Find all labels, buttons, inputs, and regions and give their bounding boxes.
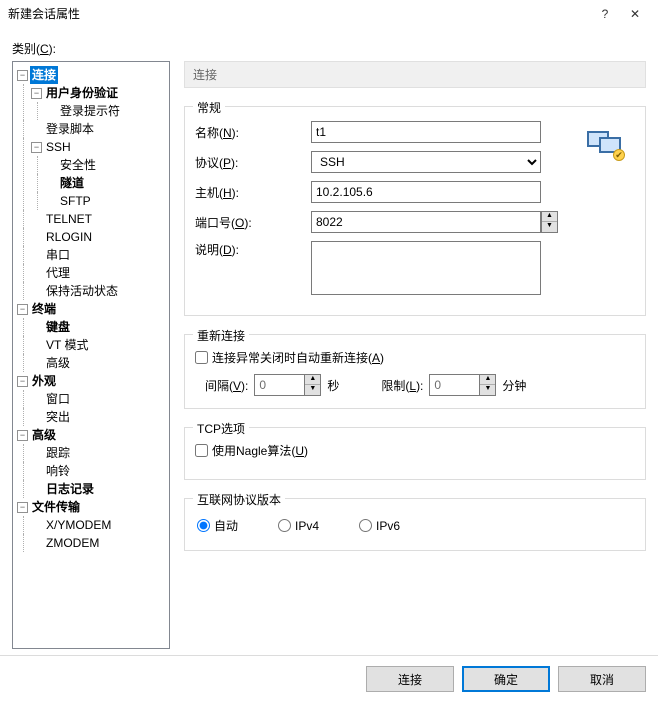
group-ipversion: 互联网协议版本 自动 IPv4 IPv6 [184,498,646,551]
tree-item-xymodem[interactable]: X/YMODEM [44,516,113,534]
expand-icon[interactable]: − [31,88,42,99]
cancel-button[interactable]: 取消 [558,666,646,692]
category-label: 类别(C): [12,40,646,57]
tree-item-logging[interactable]: 日志记录 [44,480,96,498]
tree-item-ssh[interactable]: SSH [44,138,73,156]
tree-item-login-script[interactable]: 登录脚本 [44,120,96,138]
unit-minutes: 分钟 [502,377,526,394]
expand-icon[interactable]: − [17,376,28,387]
chevron-up-icon: ▲ [305,375,320,385]
host-input[interactable] [311,181,541,203]
nagle-checkbox[interactable] [195,444,208,457]
label-interval: 间隔(V): [205,377,248,394]
tree-item-sftp[interactable]: SFTP [58,192,93,210]
legend-general: 常规 [193,99,225,116]
expand-icon[interactable]: − [17,430,28,441]
chevron-up-icon: ▲ [480,375,495,385]
label-desc: 说明(D): [195,241,305,258]
category-tree[interactable]: −连接 −用户身份验证 登录提示符 登录脚本 −SSH 安全性 隧道 SFTP [12,61,170,649]
tree-item-window[interactable]: 窗口 [44,390,72,408]
tree-item-highlight[interactable]: 突出 [44,408,72,426]
port-stepper[interactable]: ▲▼ [311,211,558,233]
tree-item-proxy[interactable]: 代理 [44,264,72,282]
interval-input [254,374,304,396]
expand-icon[interactable]: − [17,304,28,315]
limit-stepper: ▲▼ [429,374,496,396]
titlebar: 新建会话属性 ? ✕ [0,0,658,28]
tree-item-telnet[interactable]: TELNET [44,210,94,228]
group-general: 常规 名称(N): 协议(P):SSH 主机(H): 端口号(O): ▲▼ 说明… [184,106,646,316]
legend-reconnect: 重新连接 [193,327,249,344]
label-host: 主机(H): [195,184,305,201]
tree-item-tunnel[interactable]: 隧道 [58,174,86,192]
label-name: 名称(N): [195,124,305,141]
label-limit: 限制(L): [381,377,423,394]
chevron-down-icon[interactable]: ▼ [542,222,557,232]
tree-item-appearance[interactable]: 外观 [30,372,58,390]
ok-button[interactable]: 确定 [462,666,550,692]
tree-item-trace[interactable]: 跟踪 [44,444,72,462]
expand-icon[interactable]: − [31,142,42,153]
protocol-select[interactable]: SSH [311,151,541,173]
tree-item-security[interactable]: 安全性 [58,156,98,174]
tree-item-keepalive[interactable]: 保持活动状态 [44,282,120,300]
label-nagle: 使用Nagle算法(U) [212,442,308,459]
close-icon[interactable]: ✕ [620,7,650,21]
legend-tcp: TCP选项 [193,420,249,437]
expand-icon[interactable]: − [17,70,28,81]
chevron-up-icon[interactable]: ▲ [542,212,557,222]
tree-item-terminal[interactable]: 终端 [30,300,58,318]
tree-item-filetransfer[interactable]: 文件传输 [30,498,82,516]
connect-button[interactable]: 连接 [366,666,454,692]
name-input[interactable] [311,121,541,143]
tree-item-serial[interactable]: 串口 [44,246,72,264]
label-port: 端口号(O): [195,214,305,231]
tree-item-keyboard[interactable]: 键盘 [44,318,72,336]
tree-item-login-prompt[interactable]: 登录提示符 [58,102,122,120]
tree-item-vt[interactable]: VT 模式 [44,336,90,354]
window-title: 新建会话属性 [8,5,590,22]
footer: 连接 确定 取消 [0,655,658,702]
tree-item-zmodem[interactable]: ZMODEM [44,534,101,552]
tree-item-auth[interactable]: 用户身份验证 [44,84,120,102]
unit-seconds: 秒 [327,377,339,394]
help-icon[interactable]: ? [590,7,620,21]
tree-item-connection[interactable]: 连接 [30,66,58,84]
radio-ipv4[interactable]: IPv4 [278,517,319,534]
panel-heading: 连接 [184,61,646,88]
tree-item-advanced[interactable]: 高级 [30,426,58,444]
radio-auto[interactable]: 自动 [197,517,238,534]
content-panel: 连接 常规 名称(N): 协议(P):SSH 主机(H): 端口号(O): ▲▼… [170,61,646,649]
tree-item-rlogin[interactable]: RLOGIN [44,228,94,246]
interval-stepper: ▲▼ [254,374,321,396]
radio-ipv6[interactable]: IPv6 [359,517,400,534]
group-tcp: TCP选项 使用Nagle算法(U) [184,427,646,480]
desc-textarea[interactable] [311,241,541,295]
group-reconnect: 重新连接 连接异常关闭时自动重新连接(A) 间隔(V): ▲▼ 秒 限制(L):… [184,334,646,409]
label-protocol: 协议(P): [195,154,305,171]
tree-item-adv-terminal[interactable]: 高级 [44,354,72,372]
label-auto-reconnect: 连接异常关闭时自动重新连接(A) [212,349,384,366]
port-input[interactable] [311,211,541,233]
chevron-down-icon: ▼ [305,385,320,395]
chevron-down-icon: ▼ [480,385,495,395]
auto-reconnect-checkbox[interactable] [195,351,208,364]
expand-icon[interactable]: − [17,502,28,513]
legend-ipver: 互联网协议版本 [193,491,285,508]
limit-input [429,374,479,396]
connection-icon: ✔ [587,127,623,159]
tree-item-bell[interactable]: 响铃 [44,462,72,480]
